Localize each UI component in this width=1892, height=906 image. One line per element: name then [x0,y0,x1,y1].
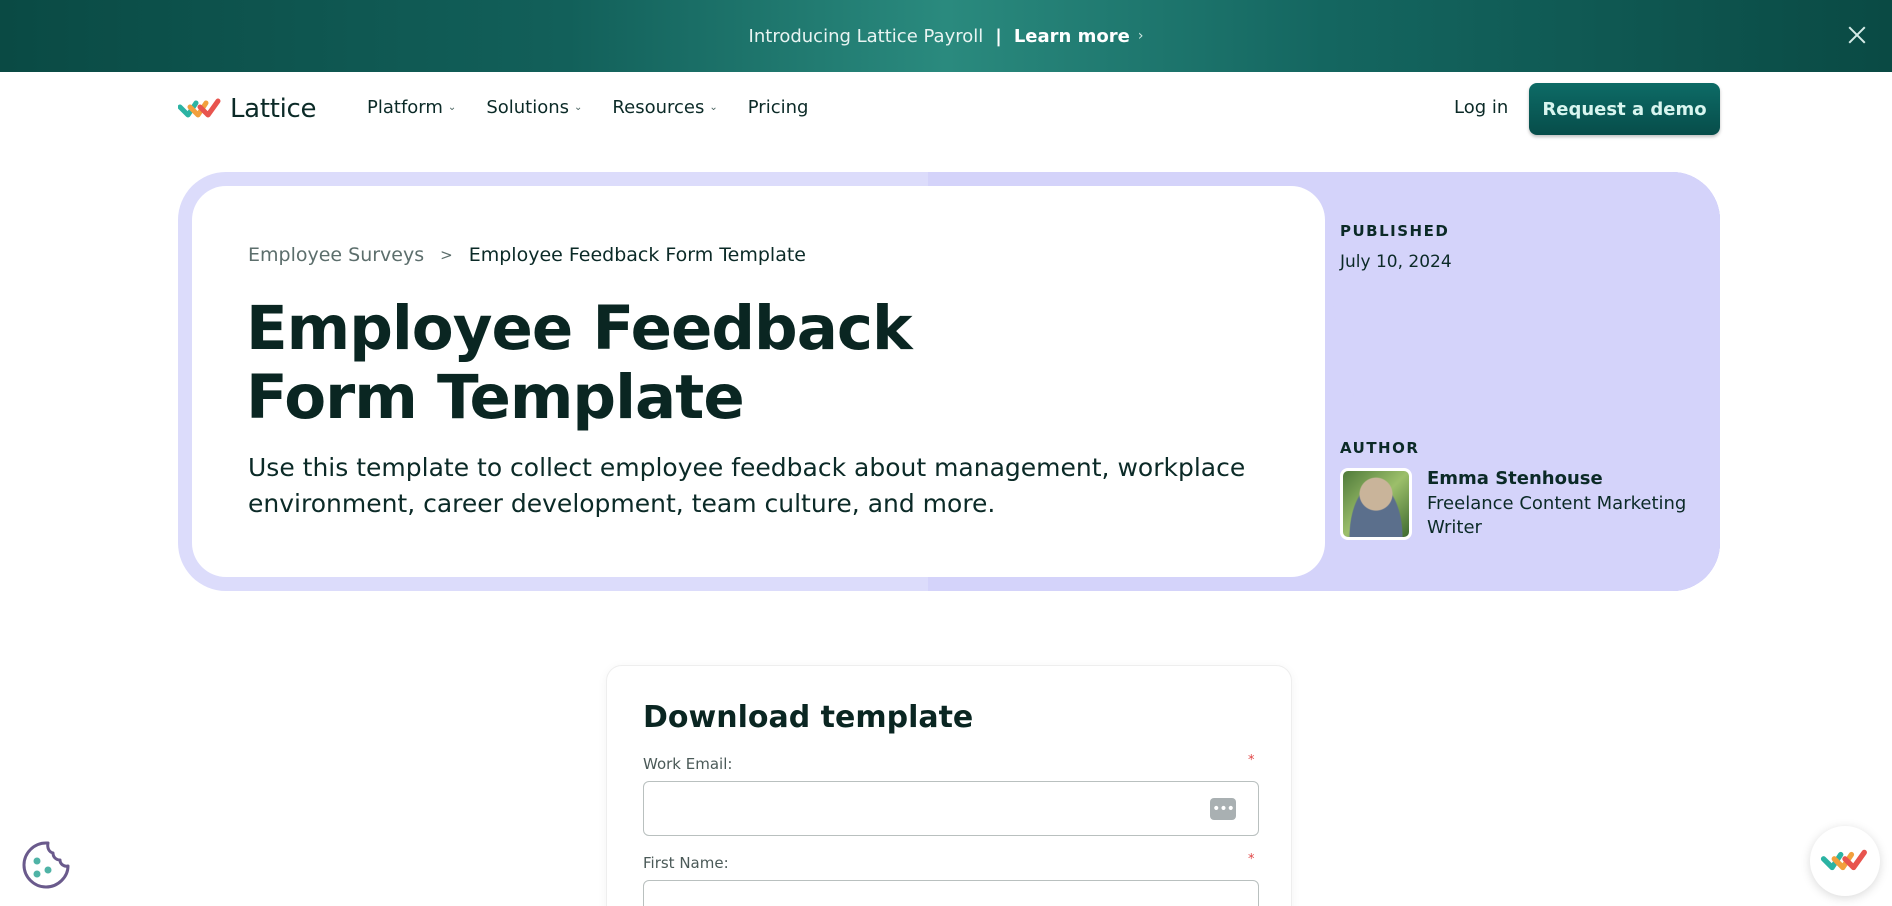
cookie-icon[interactable] [20,839,72,891]
author-role: Freelance Content Marketing Writer [1427,493,1687,538]
breadcrumb-current: Employee Feedback Form Template [468,244,806,266]
login-link[interactable]: Log in [1454,97,1508,118]
logo-text: Lattice [230,94,317,124]
lattice-logo-icon [178,98,221,118]
nav-item-solutions[interactable]: Solutions ⌄ [486,97,582,118]
form-title: Download template [643,700,974,735]
avatar [1340,468,1412,540]
chevron-down-icon: ⌄ [709,102,718,113]
logo[interactable]: Lattice [178,94,317,124]
nav-item-label: Resources [612,97,705,118]
hero-section: Employee Surveys > Employee Feedback For… [178,172,1720,591]
published-date: July 10, 2024 [1340,252,1452,272]
chat-widget[interactable] [1810,826,1880,896]
first-name-field[interactable] [643,880,1259,906]
page-description: Use this template to collect employee fe… [248,453,1246,518]
author-label: AUTHOR [1340,439,1420,457]
chevron-right-icon: › [1137,28,1144,44]
breadcrumb-parent[interactable]: Employee Surveys [248,244,424,266]
nav-item-pricing[interactable]: Pricing [748,97,809,118]
learn-more-link[interactable]: Learn more [1014,26,1130,47]
close-icon[interactable] [1844,22,1870,48]
banner-text: Introducing Lattice Payroll [748,25,984,47]
work-email-field[interactable]: ••• [643,781,1259,836]
banner-separator: | [995,25,1002,47]
breadcrumb-separator: > [440,246,453,264]
first-name-label: First Name: [643,854,729,872]
nav-item-resources[interactable]: Resources ⌄ [612,97,717,118]
main-nav: Lattice Platform ⌄ Solutions ⌄ Resources… [0,72,1892,146]
announcement-banner: Introducing Lattice Payroll | Learn more… [0,0,1892,72]
required-marker: * [1248,753,1255,768]
nav-item-label: Platform [367,97,443,118]
chevron-down-icon: ⌄ [574,102,583,113]
published-label: PUBLISHED [1340,222,1450,240]
download-form: Download template Work Email: * ••• Firs… [606,665,1292,906]
password-manager-icon[interactable]: ••• [1210,798,1236,820]
nav-item-label: Solutions [486,97,570,118]
lattice-chat-icon [1820,849,1867,871]
request-demo-button[interactable]: Request a demo [1529,83,1720,135]
nav-menu: Platform ⌄ Solutions ⌄ Resources ⌄ Prici… [367,97,838,118]
hero-card: Employee Surveys > Employee Feedback For… [192,186,1325,577]
page-title: Employee Feedback Form Template [246,293,913,433]
chevron-down-icon: ⌄ [447,102,457,113]
work-email-label: Work Email: [643,755,733,773]
nav-item-platform[interactable]: Platform ⌄ [367,97,456,118]
author-name: Emma Stenhouse [1427,468,1603,489]
breadcrumb: Employee Surveys > Employee Feedback For… [248,244,806,266]
nav-item-label: Pricing [747,97,809,118]
required-marker: * [1248,852,1255,867]
